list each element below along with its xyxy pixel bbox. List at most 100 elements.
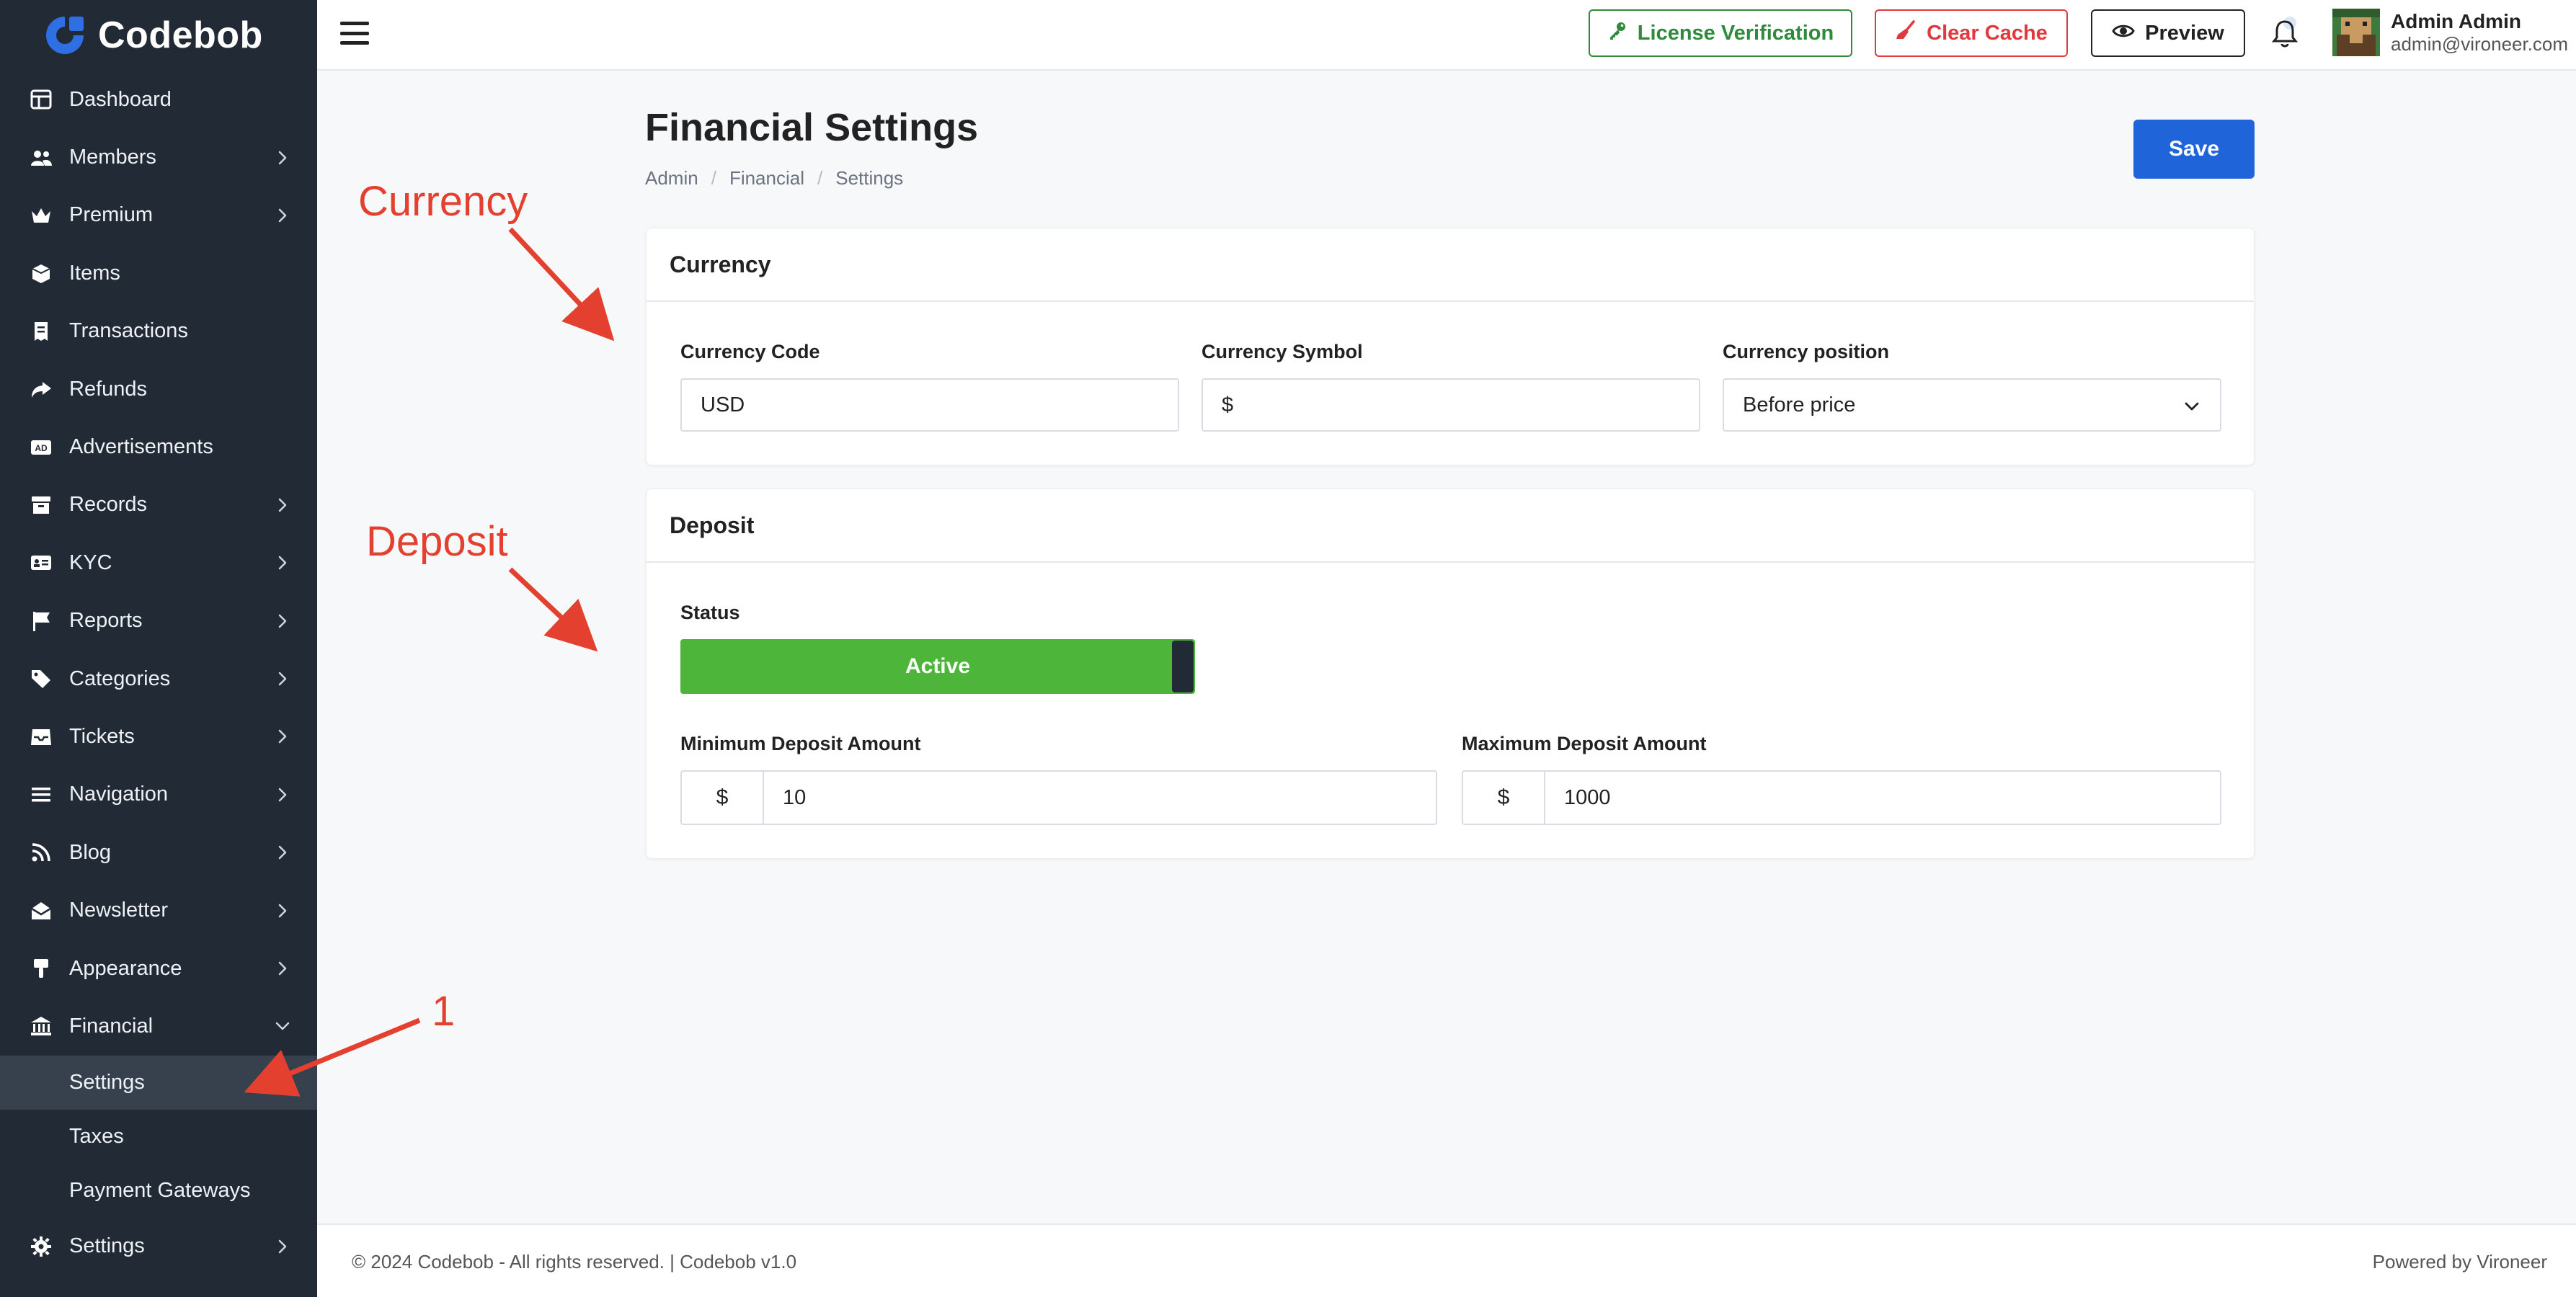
breadcrumb-settings: Settings (835, 167, 904, 189)
min-deposit-input[interactable]: 10 (764, 772, 1436, 824)
chevron-right-icon (274, 786, 291, 803)
sidebar-item-dashboard[interactable]: Dashboard (0, 71, 317, 128)
inbox-icon (29, 724, 53, 749)
currency-position-label: Currency position (1723, 341, 1890, 362)
sidebar-item-label: Items (69, 261, 120, 285)
notification-bell-icon[interactable] (2268, 16, 2301, 52)
sidebar-item-navigation[interactable]: Navigation (0, 766, 317, 824)
sidebar-item-label: Categories (69, 667, 171, 690)
sidebar-item-label: Refunds (69, 377, 148, 401)
sidebar-item-newsletter[interactable]: Newsletter (0, 881, 317, 939)
users-icon (29, 146, 53, 170)
broom-icon (1895, 20, 1917, 46)
brand-name: Codebob (98, 14, 263, 56)
user-avatar[interactable] (2332, 9, 2380, 56)
breadcrumb-financial[interactable]: Financial (729, 167, 804, 190)
currency-position-select[interactable]: Before price (1723, 378, 2221, 432)
dashboard-icon (29, 87, 53, 112)
sidebar-item-blog[interactable]: Blog (0, 824, 317, 881)
tags-icon (29, 667, 53, 691)
sidebar-subitem-taxes[interactable]: Taxes (0, 1110, 317, 1164)
key-icon (1607, 20, 1627, 46)
chevron-right-icon (274, 554, 291, 571)
sidebar-item-financial[interactable]: Financial (0, 997, 317, 1055)
sidebar-item-kyc[interactable]: KYC (0, 534, 317, 592)
toggle-knob (1172, 641, 1194, 692)
sidebar-item-items[interactable]: Items (0, 244, 317, 302)
currency-symbol-input[interactable]: $ (1202, 378, 1700, 432)
chevron-right-icon (274, 1238, 291, 1255)
breadcrumb-admin[interactable]: Admin (645, 167, 698, 190)
max-deposit-input-group: $ 1000 (1462, 770, 2221, 825)
sidebar-item-settings[interactable]: Settings (0, 1218, 317, 1275)
footer-powered-by[interactable]: Powered by Vironeer (2373, 1251, 2547, 1273)
sidebar-subitem-payment-gateways[interactable]: Payment Gateways (0, 1164, 317, 1218)
deposit-status-value: Active (905, 654, 971, 678)
page-title: Financial Settings (645, 106, 979, 149)
sidebar-item-refunds[interactable]: Refunds (0, 360, 317, 418)
sidebar-item-label: Blog (69, 840, 112, 864)
user-name: Admin Admin (2391, 10, 2521, 32)
crown-icon (29, 203, 53, 228)
hamburger-menu-icon[interactable] (340, 20, 369, 46)
min-deposit-input-group: $ 10 (680, 770, 1437, 825)
clear-cache-button[interactable]: Clear Cache (1875, 9, 2068, 57)
sidebar-item-advertisements[interactable]: AD Advertisements (0, 418, 317, 476)
sidebar-item-label: KYC (69, 551, 112, 574)
max-deposit-input[interactable]: 1000 (1545, 772, 2220, 824)
sidebar-item-label: Premium (69, 203, 154, 227)
flag-icon (29, 609, 53, 633)
topbar: License Verification Clear Cache Preview… (317, 0, 2576, 71)
clear-cache-label: Clear Cache (1927, 21, 2048, 45)
arrow-to-currency-card (508, 227, 615, 342)
gear-icon (29, 1234, 53, 1259)
arrow-to-deposit-card (508, 567, 598, 652)
sidebar-item-label: Newsletter (69, 899, 168, 922)
sidebar-item-label: Appearance (69, 956, 182, 980)
footer-copyright: © 2024 Codebob - All rights reserved. | … (352, 1251, 797, 1273)
currency-code-label: Currency Code (680, 341, 820, 362)
receipt-icon (29, 319, 53, 344)
deposit-status-toggle[interactable]: Active (680, 639, 1195, 694)
sidebar-item-categories[interactable]: Categories (0, 650, 317, 708)
license-verification-label: License Verification (1637, 21, 1834, 45)
user-email: admin@vironeer.com (2391, 33, 2569, 55)
sidebar-item-records[interactable]: Records (0, 476, 317, 534)
deposit-status-label: Status (680, 602, 740, 623)
sidebar-nav: Dashboard Members Premium Items Transactions… (0, 71, 317, 1275)
currency-position-value: Before price (1743, 393, 1856, 416)
sidebar-subitem-settings[interactable]: Settings (0, 1055, 317, 1110)
sidebar-item-members[interactable]: Members (0, 128, 317, 186)
preview-button[interactable]: Preview (2091, 9, 2245, 57)
sidebar-item-premium[interactable]: Premium (0, 187, 317, 244)
sidebar-item-label: Reports (69, 609, 143, 633)
min-deposit-currency-addon: $ (682, 772, 764, 824)
sidebar: Codebob Dashboard Members Premium Items Tran… (0, 0, 317, 1297)
currency-code-input[interactable]: USD (680, 378, 1179, 432)
brush-icon (29, 956, 53, 981)
id-card-icon (29, 551, 53, 575)
annotation-currency: Currency (358, 178, 528, 225)
chevron-right-icon (274, 612, 291, 630)
chevron-right-icon (274, 207, 291, 224)
sidebar-item-label: Dashboard (69, 87, 172, 111)
chevron-down-icon (2182, 397, 2201, 416)
envelope-open-icon (29, 899, 53, 923)
chevron-right-icon (274, 902, 291, 919)
rss-icon (29, 840, 53, 865)
footer: © 2024 Codebob - All rights reserved. | … (317, 1224, 2576, 1297)
sidebar-item-tickets[interactable]: Tickets (0, 708, 317, 765)
license-verification-button[interactable]: License Verification (1589, 9, 1852, 57)
sidebar-item-appearance[interactable]: Appearance (0, 940, 317, 997)
save-button[interactable]: Save (2133, 120, 2255, 179)
brand[interactable]: Codebob (0, 0, 317, 71)
bars-icon (29, 783, 53, 807)
chevron-down-icon (274, 1017, 291, 1035)
chevron-right-icon (274, 670, 291, 687)
ad-icon: AD (29, 435, 53, 460)
max-deposit-label: Maximum Deposit Amount (1462, 733, 1707, 754)
preview-label: Preview (2145, 21, 2224, 45)
sidebar-item-reports[interactable]: Reports (0, 592, 317, 650)
sidebar-item-transactions[interactable]: Transactions (0, 303, 317, 360)
breadcrumb: Admin / Financial / Settings (645, 167, 903, 190)
